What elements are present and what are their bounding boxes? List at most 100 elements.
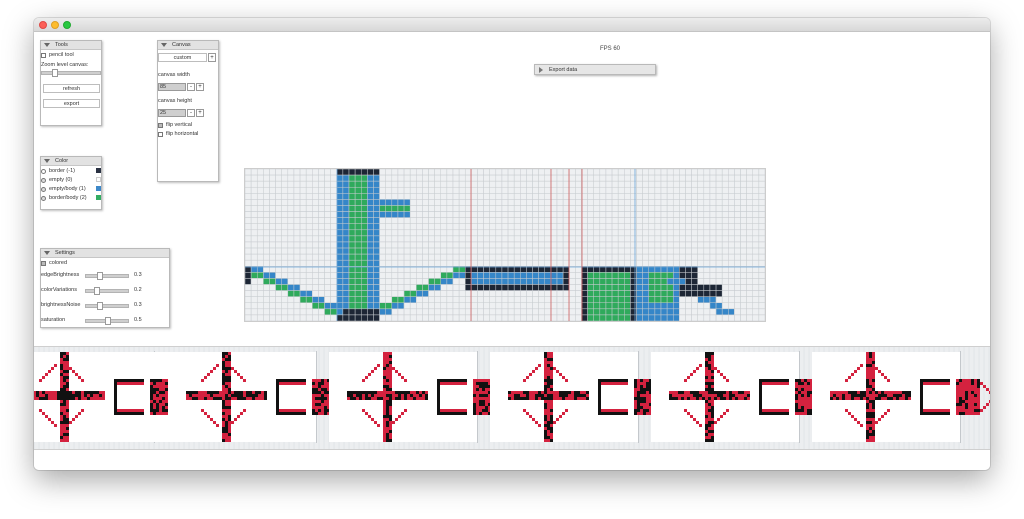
pixel-cell[interactable]: [318, 199, 325, 206]
pixel-cell[interactable]: [269, 174, 276, 182]
pixel-cell[interactable]: [397, 241, 405, 249]
pixel-cell[interactable]: [568, 284, 576, 291]
pixel-cell[interactable]: [520, 205, 527, 212]
pixel-cell[interactable]: [446, 278, 454, 285]
pixel-cell[interactable]: [544, 241, 552, 249]
pixel-cell[interactable]: [562, 247, 570, 255]
pixel-cell[interactable]: [691, 290, 698, 297]
pixel-cell[interactable]: [299, 253, 307, 261]
pixel-cell[interactable]: [385, 211, 393, 218]
pixel-cell[interactable]: [336, 235, 344, 243]
pixel-cell[interactable]: [617, 314, 625, 322]
pixel-cell[interactable]: [477, 205, 484, 212]
pixel-cell[interactable]: [397, 199, 405, 206]
pixel-cell[interactable]: [728, 308, 735, 316]
pixel-cell[interactable]: [679, 168, 686, 176]
pixel-cell[interactable]: [428, 229, 435, 237]
pixel-cell[interactable]: [385, 272, 393, 279]
pixel-cell[interactable]: [428, 302, 435, 310]
pixel-cell[interactable]: [697, 235, 705, 243]
pixel-cell[interactable]: [562, 211, 570, 218]
pixel-cell[interactable]: [556, 168, 564, 176]
pixel-cell[interactable]: [422, 205, 429, 212]
pixel-cell[interactable]: [624, 253, 631, 261]
pixel-cell[interactable]: [703, 253, 711, 261]
pixel-cell[interactable]: [385, 205, 393, 212]
pixel-cell[interactable]: [391, 168, 399, 176]
pixel-cell[interactable]: [312, 235, 319, 243]
pixel-cell[interactable]: [489, 296, 497, 304]
pixel-cell[interactable]: [471, 284, 478, 291]
pixel-cell[interactable]: [568, 211, 576, 218]
pixel-cell[interactable]: [666, 186, 674, 194]
pixel-cell[interactable]: [636, 199, 643, 206]
pixel-cell[interactable]: [721, 168, 729, 176]
pixel-cell[interactable]: [256, 290, 264, 297]
pixel-cell[interactable]: [715, 199, 723, 206]
pixel-cell[interactable]: [715, 278, 723, 285]
pixel-cell[interactable]: [416, 308, 423, 316]
pixel-cell[interactable]: [354, 186, 362, 194]
pixel-cell[interactable]: [721, 247, 729, 255]
pixel-cell[interactable]: [348, 199, 356, 206]
pixel-cell[interactable]: [654, 235, 662, 243]
pixel-cell[interactable]: [642, 180, 650, 188]
collapse-triangle-icon[interactable]: [161, 43, 167, 47]
pixel-cell[interactable]: [244, 290, 252, 297]
pixel-cell[interactable]: [587, 186, 594, 194]
pixel-cell[interactable]: [697, 253, 705, 261]
pixel-cell[interactable]: [416, 290, 423, 297]
pixel-cell[interactable]: [752, 168, 760, 176]
pixel-cell[interactable]: [293, 272, 301, 279]
pixel-cell[interactable]: [709, 296, 717, 304]
pixel-cell[interactable]: [416, 217, 423, 224]
pixel-cell[interactable]: [471, 199, 478, 206]
pixel-cell[interactable]: [269, 253, 276, 261]
pixel-cell[interactable]: [379, 314, 386, 322]
pixel-cell[interactable]: [373, 253, 380, 261]
pixel-cell[interactable]: [593, 229, 601, 237]
pixel-cell[interactable]: [679, 193, 686, 200]
pixel-cell[interactable]: [428, 199, 435, 206]
pixel-cell[interactable]: [697, 290, 705, 297]
pixel-cell[interactable]: [275, 296, 282, 304]
pixel-cell[interactable]: [416, 205, 423, 212]
pixel-cell[interactable]: [654, 193, 662, 200]
pixel-cell[interactable]: [568, 168, 576, 176]
pixel-cell[interactable]: [538, 174, 546, 182]
pixel-cell[interactable]: [605, 302, 613, 310]
pixel-cell[interactable]: [275, 168, 282, 176]
pixel-cell[interactable]: [575, 229, 582, 237]
pixel-cell[interactable]: [391, 302, 399, 310]
pixel-cell[interactable]: [513, 302, 521, 310]
pixel-cell[interactable]: [256, 296, 264, 304]
pixel-cell[interactable]: [746, 247, 754, 255]
pixel-cell[interactable]: [660, 302, 668, 310]
pixel-cell[interactable]: [715, 174, 723, 182]
pixel-cell[interactable]: [379, 278, 386, 285]
pixel-cell[interactable]: [440, 168, 448, 176]
pixel-cell[interactable]: [446, 205, 454, 212]
pixel-cell[interactable]: [483, 278, 490, 285]
pixel-cell[interactable]: [587, 174, 594, 182]
pixel-cell[interactable]: [556, 296, 564, 304]
pixel-cell[interactable]: [434, 302, 442, 310]
pixel-cell[interactable]: [538, 180, 546, 188]
pixel-cell[interactable]: [477, 174, 484, 182]
pixel-cell[interactable]: [299, 296, 307, 304]
pixel-cell[interactable]: [477, 199, 484, 206]
pixel-cell[interactable]: [250, 168, 258, 176]
pixel-cell[interactable]: [636, 296, 643, 304]
pixel-cell[interactable]: [746, 314, 754, 322]
pixel-cell[interactable]: [617, 168, 625, 176]
pixel-cell[interactable]: [464, 253, 472, 261]
pixel-cell[interactable]: [312, 193, 319, 200]
pixel-cell[interactable]: [312, 241, 319, 249]
pixel-cell[interactable]: [544, 302, 552, 310]
pixel-cell[interactable]: [324, 186, 331, 194]
pixel-cell[interactable]: [593, 259, 601, 267]
pixel-cell[interactable]: [648, 259, 656, 267]
pixel-cell[interactable]: [422, 308, 429, 316]
pixel-cell[interactable]: [691, 168, 698, 176]
pixel-cell[interactable]: [526, 241, 533, 249]
